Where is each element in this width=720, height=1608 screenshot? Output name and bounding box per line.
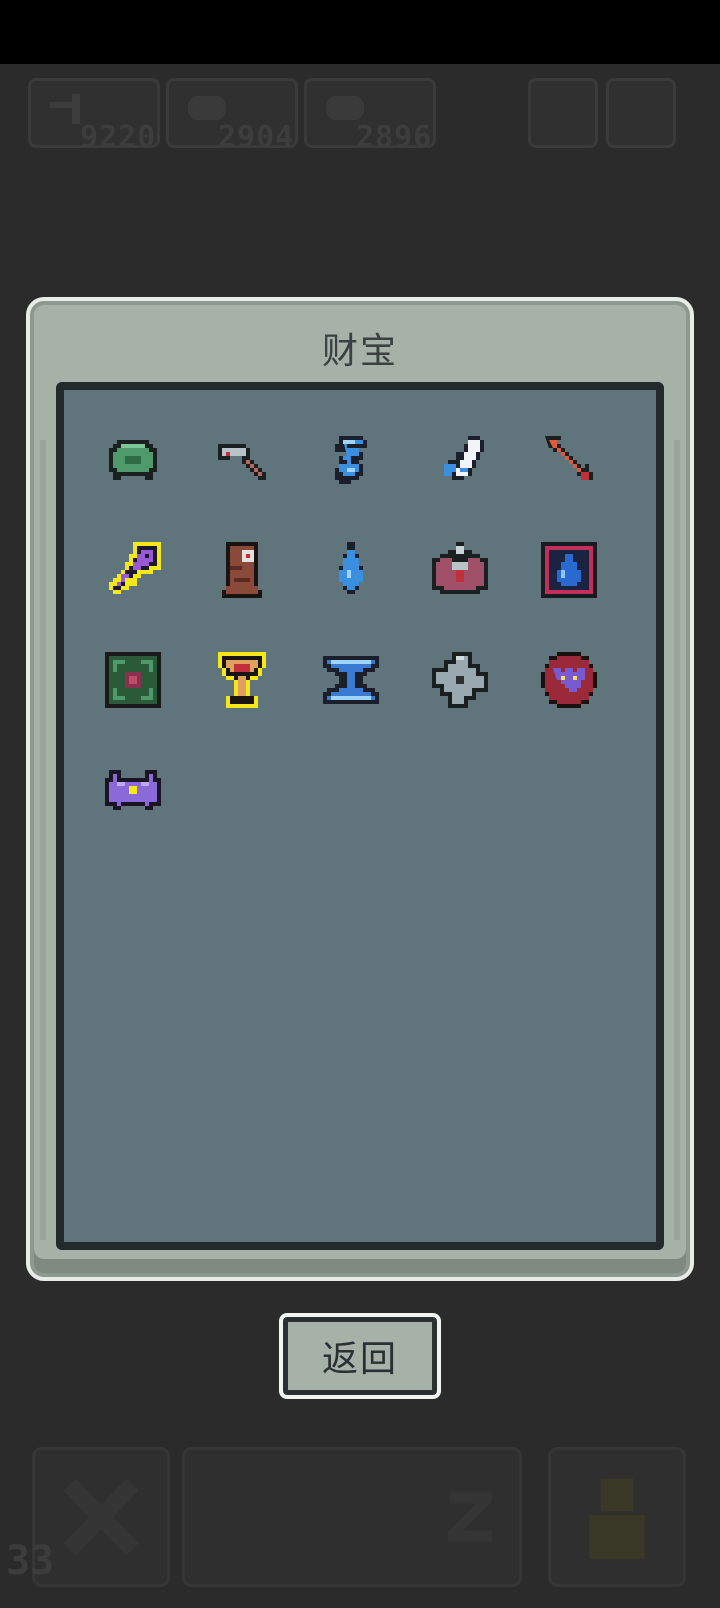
water-drop-icon	[339, 542, 363, 594]
blue-wisp-icon	[335, 436, 367, 484]
cross-swords-icon	[63, 1478, 139, 1556]
treasure-slot-11[interactable]	[97, 644, 169, 716]
dialog-rail-left	[40, 440, 46, 1240]
treasure-slot-10[interactable]	[533, 534, 605, 606]
water-rune-icon	[541, 542, 597, 598]
dialog-title: 财宝	[321, 331, 398, 372]
bottom-count: 33	[6, 1538, 55, 1584]
hud-creature-count-2: 2896	[356, 120, 433, 155]
crystal-armor-icon	[432, 542, 488, 594]
totem-icon	[222, 542, 262, 598]
hammer-icon	[218, 444, 266, 480]
golden-chalice-icon	[218, 652, 266, 708]
wing-icon	[444, 436, 484, 480]
hud-menu-button	[528, 78, 598, 148]
treasure-slot-8[interactable]	[315, 534, 387, 606]
treasure-slot-3[interactable]	[315, 424, 387, 496]
treasure-slot-16[interactable]	[97, 754, 169, 826]
treasure-slot-14[interactable]	[424, 644, 496, 716]
shuriken-icon	[432, 652, 488, 708]
treasure-slot-4[interactable]	[424, 424, 496, 496]
green-shell-icon	[109, 440, 157, 480]
status-bar	[0, 0, 720, 64]
treasure-slot-12[interactable]	[206, 644, 278, 716]
treasure-slot-13[interactable]	[315, 644, 387, 716]
sleep-icon	[447, 1492, 492, 1542]
hud-creature-count-1: 2904	[218, 120, 295, 155]
purple-crab-icon	[105, 770, 161, 810]
treasure-slot-2[interactable]	[206, 424, 278, 496]
treasure-slot-15[interactable]	[533, 644, 605, 716]
treasure-slot-5[interactable]	[533, 424, 605, 496]
character-icon	[589, 1478, 645, 1560]
arrow-icon	[545, 436, 593, 480]
bottom-slot-center	[182, 1447, 522, 1587]
treasure-slot-1[interactable]	[97, 424, 169, 496]
bat-emblem-icon	[541, 652, 597, 708]
dialog-rail-right	[674, 440, 680, 1240]
treasure-slot-7[interactable]	[206, 534, 278, 606]
treasure-slot-9[interactable]	[424, 534, 496, 606]
vine-rune-icon	[105, 652, 161, 708]
bottom-slot-character	[548, 1447, 686, 1587]
hud-pickaxe-count: 9220	[80, 120, 157, 155]
hourglass-icon	[323, 656, 379, 704]
hud-settings-button	[606, 78, 676, 148]
purple-key-icon	[109, 542, 161, 594]
treasure-grid-panel	[56, 382, 664, 1250]
return-button[interactable]: 返回	[279, 1313, 441, 1399]
treasure-slot-6[interactable]	[97, 534, 169, 606]
